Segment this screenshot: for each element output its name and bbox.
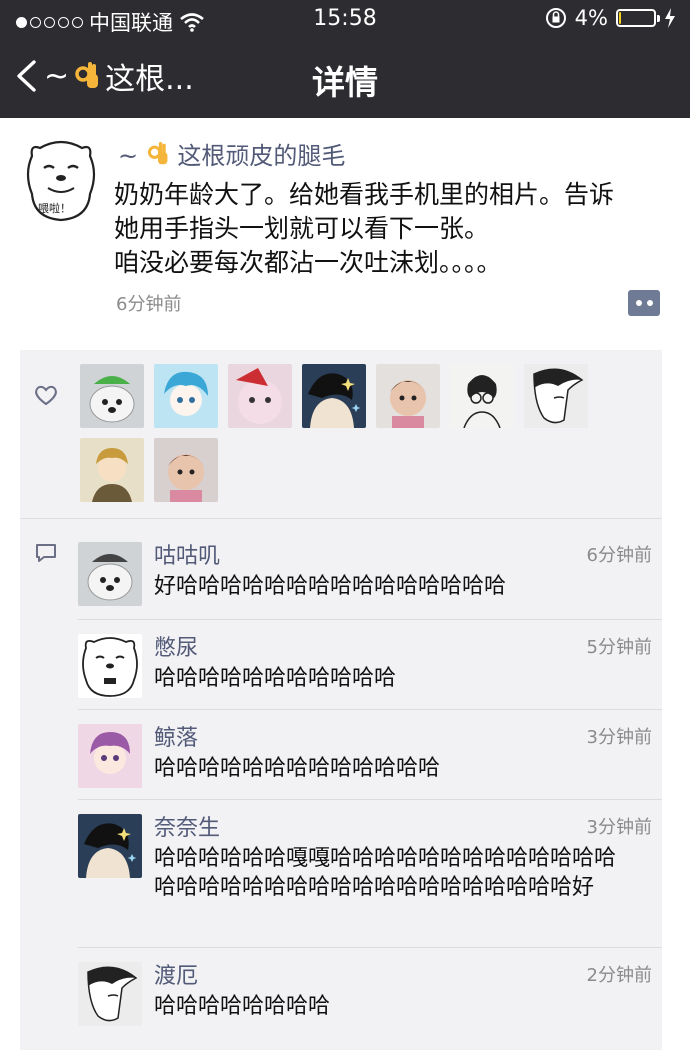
comment-author[interactable]: 憋尿	[154, 630, 198, 662]
comment-item[interactable]: 渡厄 2分钟前 哈哈哈哈哈哈哈哈	[78, 948, 662, 1040]
comment-author[interactable]: 咕咕叽	[154, 538, 220, 570]
dark-hair-boy-avatar[interactable]	[302, 364, 366, 428]
battery-icon	[616, 9, 660, 27]
status-bar: 中国联通 15:58 4%	[0, 0, 690, 40]
post-line: 咱没必要每次都沾一次吐沫划。。。。	[114, 248, 502, 277]
child-photo-avatar[interactable]	[154, 438, 218, 502]
interaction-panel: 咕咕叽 6分钟前 好哈哈哈哈哈哈哈哈哈哈哈哈哈哈哈 憋尿 5分钟前 哈哈哈哈哈哈…	[20, 350, 662, 1050]
comment-time: 6分钟前	[586, 545, 652, 566]
likes-divider	[20, 518, 662, 519]
comment-item[interactable]: 奈奈生 3分钟前 哈哈哈哈哈哈嘎嘎哈哈哈哈哈哈哈哈哈哈哈哈哈哈哈哈哈哈哈哈哈哈哈…	[78, 800, 662, 948]
anime-profile-avatar[interactable]	[78, 962, 142, 1026]
dark-hair-boy-avatar[interactable]	[78, 814, 142, 878]
comment-item[interactable]: 鲸落 3分钟前 哈哈哈哈哈哈哈哈哈哈哈哈哈	[78, 710, 662, 800]
comment-text: 哈哈哈哈哈哈哈哈哈哈哈哈哈	[154, 756, 441, 781]
status-right: 4%	[545, 6, 676, 30]
likes-section	[20, 350, 662, 518]
post-line: 她用手指头一划就可以看下一张。	[114, 214, 490, 243]
meme-bear-avatar[interactable]	[78, 634, 142, 698]
dog-green-hat-avatar[interactable]	[78, 542, 142, 606]
comment-time: 3分钟前	[586, 817, 652, 838]
comment-time: 2分钟前	[586, 965, 652, 986]
comment-more-icon[interactable]	[628, 290, 660, 316]
dog-green-hat-avatar[interactable]	[80, 364, 144, 428]
comment-item[interactable]: 咕咕叽 6分钟前 好哈哈哈哈哈哈哈哈哈哈哈哈哈哈哈	[78, 528, 662, 620]
comment-text: 哈哈哈哈哈哈哈哈	[154, 994, 331, 1019]
nav-bar: ~ 这根... 详情	[0, 48, 690, 110]
anime-profile-avatar[interactable]	[524, 364, 588, 428]
comment-time: 5分钟前	[586, 637, 652, 658]
baby-photo-avatar[interactable]	[376, 364, 440, 428]
comment-author[interactable]: 鲸落	[154, 720, 198, 752]
comment-text: 哈哈哈哈哈哈嘎嘎哈哈哈哈哈哈哈哈哈哈哈哈哈哈哈哈哈哈哈哈哈哈哈哈哈哈哈哈哈哈哈哈…	[154, 846, 617, 900]
comment-time: 3分钟前	[586, 727, 652, 748]
rotation-lock-icon	[545, 7, 567, 29]
post-text: 奶奶年龄大了。给她看我手机里的相片。告诉 她用手指头一划就可以看下一张。 咱没必…	[114, 178, 674, 280]
battery-percent: 4%	[574, 6, 608, 30]
comment-bubble-icon	[34, 542, 62, 568]
page-title: 详情	[312, 63, 378, 102]
top-bar: 中国联通 15:58 4% ~ 这根... 详情	[0, 0, 690, 118]
post-time: 6分钟前	[116, 294, 182, 315]
avatar-caption: 喂啦！	[38, 202, 71, 215]
heart-icon	[34, 384, 62, 412]
comment-item[interactable]: 憋尿 5分钟前 哈哈哈哈哈哈哈哈哈哈哈	[78, 620, 662, 710]
ok-hand-icon	[146, 140, 170, 168]
author-prefix: ~	[118, 142, 139, 170]
moment-post: 喂啦！ ~ 这根顽皮的腿毛 奶奶年龄大了。给她看我手机里的相片。告诉 她用手指头…	[0, 118, 690, 350]
anime-blue-hair-avatar[interactable]	[154, 364, 218, 428]
comment-author[interactable]: 奈奈生	[154, 810, 220, 842]
author-avatar[interactable]: 喂啦！	[22, 138, 100, 224]
comment-text: 好哈哈哈哈哈哈哈哈哈哈哈哈哈哈哈	[154, 574, 507, 599]
charging-bolt-icon	[664, 8, 676, 28]
post-line: 奶奶年龄大了。给她看我手机里的相片。告诉	[114, 180, 615, 209]
author-name: 这根顽皮的腿毛	[177, 142, 346, 170]
comment-text: 哈哈哈哈哈哈哈哈哈哈哈	[154, 666, 397, 691]
plush-bear-santa-avatar[interactable]	[228, 364, 292, 428]
anime-girl-pink-avatar[interactable]	[78, 724, 142, 788]
comment-author[interactable]: 渡厄	[154, 958, 198, 990]
glasses-boy-sketch-avatar[interactable]	[450, 364, 514, 428]
post-author[interactable]: ~ 这根顽皮的腿毛	[118, 136, 345, 171]
blonde-uniform-avatar[interactable]	[80, 438, 144, 502]
